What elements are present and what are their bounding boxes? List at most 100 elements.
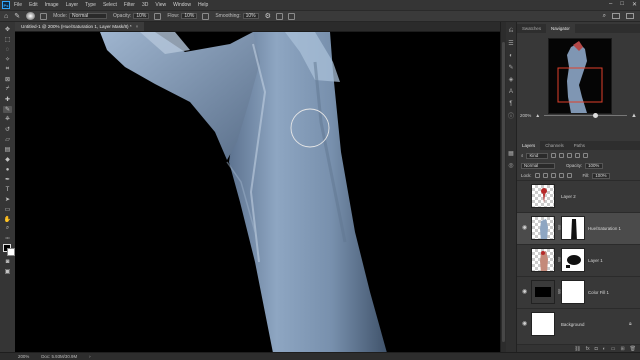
- clone-stamp-tool-icon[interactable]: ⎈: [3, 116, 12, 123]
- visibility-eye-icon[interactable]: ◉: [522, 320, 527, 327]
- menu-type[interactable]: Type: [85, 2, 96, 8]
- filter-adjustment-icon[interactable]: [559, 153, 565, 158]
- layer-filter-select[interactable]: Kind: [526, 152, 549, 159]
- symmetry-icon[interactable]: [287, 12, 295, 20]
- gear-icon[interactable]: ⚙: [265, 12, 271, 20]
- zoom-out-icon[interactable]: ▲: [535, 113, 540, 119]
- menu-edit[interactable]: Edit: [29, 2, 38, 8]
- libraries-panel-icon[interactable]: ▦: [507, 150, 515, 157]
- character-panel-icon[interactable]: A: [507, 88, 515, 95]
- layer-mask-thumbnail[interactable]: [561, 248, 585, 272]
- menu-image[interactable]: Image: [45, 2, 59, 8]
- gradient-tool-icon[interactable]: ▤: [3, 146, 12, 153]
- new-layer-icon[interactable]: ⊞: [620, 346, 624, 352]
- pressure-opacity-icon[interactable]: [154, 12, 162, 20]
- home-icon[interactable]: ⌂: [4, 13, 8, 20]
- eyedropper-tool-icon[interactable]: ⌿: [3, 86, 12, 93]
- history-brush-tool-icon[interactable]: ↺: [3, 126, 12, 133]
- lock-all-icon[interactable]: [566, 173, 572, 178]
- eraser-tool-icon[interactable]: ▱: [3, 136, 12, 143]
- lock-position-icon[interactable]: [550, 173, 556, 178]
- mode-select[interactable]: Normal: [69, 13, 108, 19]
- brush-panel-icon[interactable]: ✎: [507, 64, 515, 71]
- brush-tool-icon[interactable]: ✎: [14, 12, 20, 20]
- link-layers-icon[interactable]: ⛓: [574, 346, 580, 352]
- layer-mask-thumbnail[interactable]: [561, 280, 585, 304]
- type-tool-icon[interactable]: T: [3, 186, 12, 193]
- brush-settings-icon[interactable]: [40, 12, 48, 20]
- screen-mode-icon[interactable]: ▣: [3, 268, 12, 275]
- layer-fill-input[interactable]: 100%: [592, 172, 611, 179]
- layer-row-background[interactable]: ◉ Background 🔒︎: [517, 308, 640, 340]
- tab-swatches[interactable]: Swatches: [517, 24, 546, 33]
- filter-shape-icon[interactable]: [575, 153, 581, 158]
- brush-tool-icon-active[interactable]: ✎: [3, 106, 12, 113]
- menu-filter[interactable]: Filter: [124, 2, 135, 8]
- layer-row-layer-2[interactable]: Layer 2: [517, 180, 640, 212]
- status-zoom[interactable]: 200%: [18, 354, 29, 359]
- quick-select-tool-icon[interactable]: ✧: [3, 56, 12, 63]
- scrollbar-thumb[interactable]: [502, 42, 505, 342]
- paragraph-panel-icon[interactable]: ¶: [507, 100, 515, 107]
- add-mask-icon[interactable]: ◘: [595, 346, 598, 352]
- adjustment-layer-icon[interactable]: ◐: [603, 346, 606, 352]
- menu-3d[interactable]: 3D: [142, 2, 148, 8]
- trash-icon[interactable]: 🗑︎: [630, 346, 636, 352]
- visibility-eye-icon[interactable]: ◉: [522, 288, 527, 295]
- zoom-slider-knob[interactable]: [593, 113, 599, 118]
- tab-channels[interactable]: Channels: [540, 141, 569, 150]
- share-icon[interactable]: [626, 13, 634, 19]
- crop-tool-icon[interactable]: ⌗: [3, 66, 12, 73]
- close-icon[interactable]: ✕: [632, 1, 637, 8]
- background-color[interactable]: [7, 248, 15, 256]
- canvas[interactable]: [15, 32, 500, 353]
- history-panel-icon[interactable]: ⎌: [507, 28, 515, 35]
- group-icon[interactable]: ▭: [611, 346, 616, 352]
- opacity-input[interactable]: 10%: [133, 13, 150, 19]
- zoom-tool-icon[interactable]: ⌕: [3, 225, 12, 232]
- lock-artboard-icon[interactable]: [558, 173, 564, 178]
- menu-file[interactable]: File: [14, 2, 22, 8]
- filter-pixel-icon[interactable]: [551, 153, 557, 158]
- search-icon[interactable]: ⌕: [603, 13, 606, 20]
- blend-mode-select[interactable]: Normal: [521, 162, 555, 169]
- lock-pixels-icon[interactable]: [542, 173, 548, 178]
- maximize-icon[interactable]: □: [620, 1, 624, 8]
- dodge-tool-icon[interactable]: ●: [3, 166, 12, 173]
- workspace-icon[interactable]: [612, 13, 620, 19]
- marquee-tool-icon[interactable]: ⬚: [3, 36, 12, 43]
- zoom-in-icon[interactable]: ▲: [631, 113, 637, 119]
- document-tab[interactable]: Untitled-1 @ 200% (Hue/Saturation 1, Lay…: [15, 22, 145, 31]
- move-tool-icon[interactable]: ✥: [3, 26, 12, 33]
- healing-tool-icon[interactable]: ✚: [3, 96, 12, 103]
- shape-tool-icon[interactable]: ▭: [3, 206, 12, 213]
- quick-mask-icon[interactable]: ◙: [3, 258, 12, 265]
- lasso-tool-icon[interactable]: ◌: [3, 46, 12, 53]
- status-arrow-icon[interactable]: ›: [89, 354, 90, 359]
- brush-preset-picker[interactable]: [26, 12, 36, 20]
- properties-panel-icon[interactable]: ☰: [507, 40, 515, 47]
- lock-transparent-icon[interactable]: [534, 173, 540, 178]
- tab-layers[interactable]: Layers: [517, 141, 541, 150]
- color-panel-icon[interactable]: ◈: [507, 76, 515, 83]
- blur-tool-icon[interactable]: ◆: [3, 156, 12, 163]
- menu-help[interactable]: Help: [198, 2, 208, 8]
- navigator-preview[interactable]: [548, 38, 612, 114]
- info-panel-icon[interactable]: ⓘ: [507, 112, 515, 120]
- layer-row-color-fill-1[interactable]: ◉ ⛓ Color Fill 1: [517, 276, 640, 308]
- minimize-icon[interactable]: –: [609, 1, 612, 8]
- hand-tool-icon[interactable]: ✋: [3, 216, 12, 223]
- tab-paths[interactable]: Paths: [569, 141, 590, 150]
- airbrush-icon[interactable]: [202, 12, 210, 20]
- navigator-zoom-value[interactable]: 200%: [520, 113, 531, 118]
- flow-input[interactable]: 10%: [181, 13, 198, 19]
- visibility-eye-icon[interactable]: ◉: [522, 224, 527, 231]
- pressure-size-icon[interactable]: [275, 12, 283, 20]
- menu-layer[interactable]: Layer: [66, 2, 79, 8]
- smoothing-input[interactable]: 10%: [242, 13, 259, 19]
- tab-close-icon[interactable]: ×: [136, 24, 139, 29]
- adjustments-panel-icon[interactable]: ◐: [507, 52, 515, 59]
- styles-panel-icon[interactable]: ◎: [507, 162, 515, 169]
- more-tools-icon[interactable]: •••: [3, 234, 12, 241]
- menu-view[interactable]: View: [155, 2, 166, 8]
